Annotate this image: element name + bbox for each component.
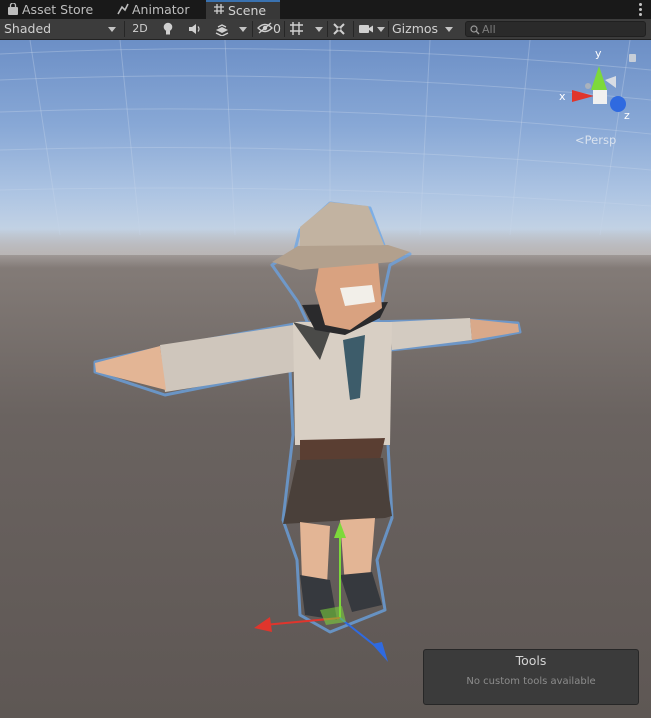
orientation-center-cube[interactable] <box>593 90 607 104</box>
axis-label-x: x <box>559 90 566 103</box>
effects-button[interactable] <box>214 19 234 39</box>
divider <box>388 21 389 37</box>
divider <box>124 21 125 37</box>
tab-asset-store[interactable]: Asset Store <box>0 0 105 19</box>
eye-hidden-icon <box>257 22 273 34</box>
scene-toolbar: Shaded 2D 0 Gizmos All <box>0 19 651 40</box>
draw-mode-dropdown[interactable]: Shaded <box>4 19 118 39</box>
move-gizmo-y-arrowhead[interactable] <box>334 522 346 538</box>
grid-dropdown-chevron-icon[interactable] <box>315 27 323 32</box>
lightbulb-icon <box>163 22 173 35</box>
grid-icon <box>214 4 224 14</box>
crossed-tools-icon <box>333 23 345 35</box>
tools-overlay-title: Tools <box>515 653 547 668</box>
tab-label: Scene <box>228 3 267 18</box>
divider <box>353 21 354 37</box>
speaker-icon <box>189 24 200 34</box>
camera-dropdown-chevron-icon[interactable] <box>377 27 385 32</box>
toggle-2d-label: 2D <box>132 22 148 35</box>
camera-icon <box>359 25 373 33</box>
orientation-neg-x-cone[interactable] <box>605 76 616 88</box>
chevron-down-icon <box>108 27 116 32</box>
move-gizmo-plane-handle[interactable] <box>320 606 346 625</box>
chevron-left-icon: < <box>575 133 585 147</box>
move-tool-gizmo[interactable] <box>0 40 651 718</box>
tools-visibility-button[interactable] <box>332 19 350 39</box>
draw-mode-value: Shaded <box>4 21 52 36</box>
tools-overlay-panel[interactable]: Tools No custom tools available <box>423 649 639 705</box>
projection-toggle[interactable]: <Persp <box>575 133 616 147</box>
tab-animator[interactable]: Animator <box>110 0 204 19</box>
axis-label-y: y <box>595 48 602 60</box>
divider <box>252 21 253 37</box>
gizmos-dropdown-chevron-icon[interactable] <box>445 27 453 32</box>
scene-lighting-button[interactable] <box>162 19 180 39</box>
divider <box>284 21 285 37</box>
gizmos-label: Gizmos <box>392 21 439 36</box>
orientation-x-cone[interactable] <box>572 90 594 102</box>
more-options-icon[interactable] <box>637 2 643 17</box>
gizmos-button[interactable]: Gizmos <box>392 19 438 39</box>
tab-label: Animator <box>132 2 190 17</box>
scene-audio-button[interactable] <box>188 19 206 39</box>
projection-label: Persp <box>584 133 617 147</box>
grid-toggle-button[interactable] <box>289 19 307 39</box>
divider <box>327 21 328 37</box>
orientation-y-cone[interactable] <box>591 66 607 90</box>
toggle-2d-button[interactable]: 2D <box>128 19 152 39</box>
window-tab-bar: Asset Store Animator Scene <box>0 0 651 19</box>
orientation-gizmo[interactable]: y x z <box>558 48 638 128</box>
scene-viewport[interactable]: y x z <Persp Tools No custom tools avail… <box>0 40 651 718</box>
animator-icon <box>117 3 129 15</box>
move-gizmo-z-axis[interactable] <box>339 617 379 649</box>
orientation-back-handle[interactable] <box>585 83 591 89</box>
scene-camera-button[interactable] <box>358 19 376 39</box>
search-icon <box>470 25 480 35</box>
tab-scene[interactable]: Scene <box>206 0 280 19</box>
lock-icon[interactable] <box>629 54 636 62</box>
grid-snap-icon <box>290 22 303 35</box>
hidden-objects-toggle[interactable]: 0 <box>257 19 283 39</box>
hidden-count: 0 <box>273 21 281 36</box>
move-gizmo-x-arrowhead[interactable] <box>254 617 272 632</box>
axis-label-z: z <box>624 109 630 122</box>
tab-label: Asset Store <box>22 2 94 17</box>
search-input[interactable] <box>482 22 640 36</box>
layers-effects-icon <box>215 24 229 37</box>
tools-overlay-message: No custom tools available <box>466 676 596 687</box>
scene-search-field[interactable] <box>465 21 646 37</box>
shopping-bag-icon <box>8 3 18 15</box>
effects-dropdown-chevron-icon[interactable] <box>239 27 247 32</box>
move-gizmo-z-arrowhead[interactable] <box>372 642 388 662</box>
